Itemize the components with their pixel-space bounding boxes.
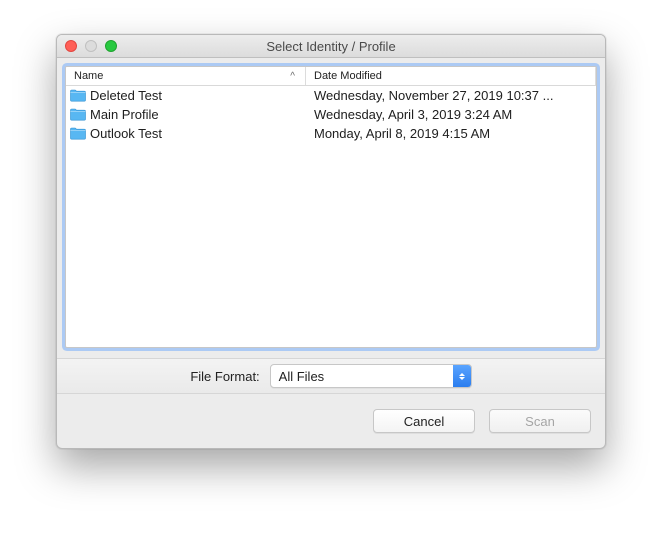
file-format-label: File Format: xyxy=(190,369,259,384)
table-cell-name: Outlook Test xyxy=(66,126,306,141)
column-header-name-label: Name xyxy=(74,70,103,82)
file-browser-area: Name ^ Date Modified Deleted Test Wednesd… xyxy=(57,58,605,348)
file-name-label: Main Profile xyxy=(90,107,159,122)
sort-ascending-icon: ^ xyxy=(290,71,295,82)
folder-icon xyxy=(70,127,86,140)
cancel-button-label: Cancel xyxy=(404,414,444,429)
table-row[interactable]: Outlook Test Monday, April 8, 2019 4:15 A… xyxy=(66,124,596,143)
dialog-window: Select Identity / Profile Name ^ Date Mo… xyxy=(56,34,606,449)
file-format-select[interactable]: All Files xyxy=(270,364,472,388)
table-row[interactable]: Main Profile Wednesday, April 3, 2019 3:2… xyxy=(66,105,596,124)
column-header-name[interactable]: Name ^ xyxy=(66,67,306,85)
file-date-label: Monday, April 8, 2019 4:15 AM xyxy=(306,126,596,141)
file-rows: Deleted Test Wednesday, November 27, 2019… xyxy=(66,86,596,347)
column-header-date[interactable]: Date Modified xyxy=(306,67,596,85)
file-format-bar: File Format: All Files xyxy=(57,358,605,394)
close-icon[interactable] xyxy=(65,40,77,52)
chevron-up-down-icon xyxy=(453,365,471,387)
table-cell-name: Deleted Test xyxy=(66,88,306,103)
folder-icon xyxy=(70,89,86,102)
column-headers: Name ^ Date Modified xyxy=(66,67,596,86)
file-name-label: Deleted Test xyxy=(90,88,162,103)
file-format-value: All Files xyxy=(271,369,453,384)
window-controls xyxy=(65,40,117,52)
file-name-label: Outlook Test xyxy=(90,126,162,141)
scan-button: Scan xyxy=(489,409,591,433)
table-cell-name: Main Profile xyxy=(66,107,306,122)
folder-icon xyxy=(70,108,86,121)
file-list[interactable]: Name ^ Date Modified Deleted Test Wednesd… xyxy=(65,66,597,348)
dialog-buttons: Cancel Scan xyxy=(57,394,605,448)
title-bar: Select Identity / Profile xyxy=(57,35,605,58)
file-date-label: Wednesday, November 27, 2019 10:37 ... xyxy=(306,88,596,103)
file-date-label: Wednesday, April 3, 2019 3:24 AM xyxy=(306,107,596,122)
zoom-icon[interactable] xyxy=(105,40,117,52)
cancel-button[interactable]: Cancel xyxy=(373,409,475,433)
scan-button-label: Scan xyxy=(525,414,555,429)
column-header-date-label: Date Modified xyxy=(314,70,382,82)
window-title: Select Identity / Profile xyxy=(266,39,395,54)
minimize-icon xyxy=(85,40,97,52)
table-row[interactable]: Deleted Test Wednesday, November 27, 2019… xyxy=(66,86,596,105)
